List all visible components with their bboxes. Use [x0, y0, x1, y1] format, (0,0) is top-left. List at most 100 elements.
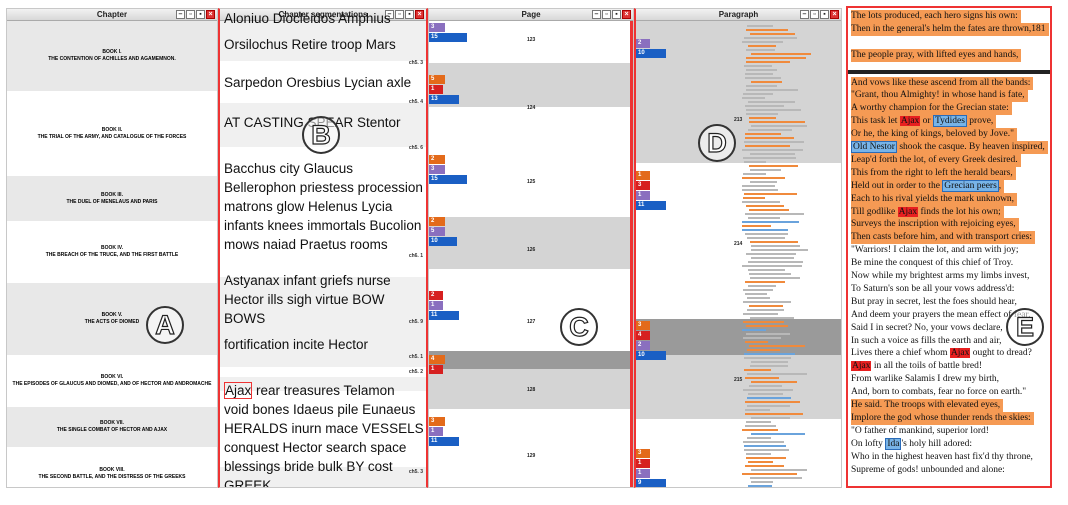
page-marker[interactable]: 10 — [429, 237, 457, 246]
segment-words[interactable]: Astyanax infant griefs nurse Hector ills … — [224, 271, 424, 328]
page-marker[interactable]: 11 — [429, 311, 459, 320]
text-line[interactable]: Implore the god whose thunder rends the … — [851, 411, 1034, 425]
text-line[interactable]: The people pray, with lifted eyes and ha… — [851, 48, 1022, 62]
entity-highlight[interactable]: Tydides — [932, 115, 967, 128]
page-marker[interactable]: 1 — [429, 427, 443, 436]
page-marker[interactable]: 15 — [429, 175, 467, 184]
text-line[interactable]: Now while my brightest arms my limbs inv… — [851, 270, 1029, 283]
text-line[interactable]: This from the right to left the herald b… — [851, 166, 1016, 180]
chapter-item[interactable]: BOOK VIII. THE SECOND BATTLE, AND THE DIS… — [7, 447, 217, 487]
text-line[interactable]: "Warriors! I claim the lot, and arm with… — [851, 244, 1018, 257]
text-line[interactable]: Or he, the king of kings, beloved by Jov… — [851, 128, 1017, 142]
paragraph-marker[interactable]: 1 — [636, 459, 650, 468]
entity-highlight[interactable]: Ajax — [897, 206, 919, 217]
restore-icon[interactable]: ▫ — [602, 10, 611, 19]
text-line[interactable]: Lives there a chief whom Ajax ought to d… — [851, 347, 1032, 360]
restore-icon[interactable]: ▫ — [810, 10, 819, 19]
paragraph-marker[interactable]: 3 — [636, 449, 650, 458]
chapter-item[interactable]: BOOK II. THE TRIAL OF THE ARMY, AND CATAL… — [7, 91, 217, 176]
paragraph-marker[interactable]: 10 — [636, 351, 666, 360]
paragraph-marker[interactable]: 3 — [636, 181, 650, 190]
entity-highlight[interactable]: Ida — [885, 437, 902, 450]
paragraph-marker[interactable]: 11 — [636, 201, 666, 210]
segment-words[interactable]: Aloniuo Diocleidos Amphius — [224, 9, 424, 28]
text-line[interactable]: Supreme of gods! unbounded and alone: — [851, 464, 1005, 477]
page-scrollbar[interactable] — [630, 21, 633, 487]
text-line[interactable]: On lofty Ida's holy hill adored: — [851, 437, 972, 451]
paragraph-marker[interactable]: 2 — [636, 341, 650, 350]
chapter-item[interactable]: BOOK I. THE CONTENTION OF ACHILLES AND AG… — [7, 21, 217, 91]
segment-words[interactable]: Orsilochus Retire troop Mars — [224, 35, 424, 54]
chapter-item[interactable]: BOOK V. THE ACTS OF DIOMED — [7, 283, 217, 355]
chapter-item[interactable]: BOOK III. THE DUEL OF MENELAUS AND PARIS — [7, 176, 217, 221]
text-line[interactable]: Leap'd forth the lot, of every Greek des… — [851, 153, 1021, 167]
close-icon[interactable]: × — [206, 10, 215, 19]
text-line[interactable]: "O father of mankind, superior lord! — [851, 425, 989, 438]
selected-word-ajax[interactable]: Ajax — [224, 382, 253, 399]
text-line[interactable]: This task let Ajax or Tydides prove, — [851, 115, 997, 129]
minimize-icon[interactable]: – — [800, 10, 809, 19]
text-line[interactable]: And deem your prayers the mean effect of… — [851, 309, 1030, 322]
paragraph-marker[interactable]: 1 — [636, 191, 650, 200]
page-marker[interactable]: 1 — [429, 365, 443, 374]
text-line[interactable]: Held out in order to the Grecian peers, — [851, 179, 1005, 193]
page-marker[interactable]: 5 — [429, 227, 445, 236]
segment-words[interactable]: fortification incite Hector — [224, 335, 424, 354]
entity-highlight[interactable]: Ajax — [899, 116, 921, 127]
close-icon[interactable]: × — [622, 10, 631, 19]
page-marker[interactable]: 2 — [429, 155, 445, 164]
text-line[interactable]: The lots produced, each hero signs his o… — [851, 10, 1021, 23]
close-icon[interactable]: × — [830, 10, 839, 19]
page-marker[interactable]: 3 — [429, 23, 445, 32]
entity-highlight[interactable]: Ajax — [851, 361, 872, 372]
chapter-item[interactable]: BOOK VII. THE SINGLE COMBAT OF HECTOR AND… — [7, 407, 217, 447]
page-marker[interactable]: 15 — [429, 33, 467, 42]
text-line[interactable]: Ajax in all the toils of battle bred! — [851, 360, 982, 373]
page-marker[interactable]: 3 — [429, 417, 445, 426]
page-marker[interactable]: 1 — [429, 301, 443, 310]
minimize-icon[interactable]: – — [592, 10, 601, 19]
segment-words[interactable]: Ajax rear treasures Telamon void bones Id… — [224, 381, 424, 487]
chapter-item[interactable]: BOOK VI. THE EPISODES OF GLAUCUS AND DIOM… — [7, 355, 217, 407]
text-line[interactable]: Said I in secret? No, your vows declare, — [851, 322, 1003, 335]
entity-highlight[interactable]: Grecian peers — [942, 179, 999, 192]
text-line[interactable]: He said. The troops with elevated eyes, — [851, 399, 1004, 412]
text-line[interactable]: Be mine the conquest of this chief of Tr… — [851, 257, 1013, 270]
text-line[interactable]: Till godlike Ajax finds the lot his own; — [851, 205, 1004, 219]
paragraph-marker[interactable]: 10 — [636, 49, 666, 58]
text-line[interactable]: From warlike Salamis I drew my birth, — [851, 373, 999, 386]
chapter-item[interactable]: BOOK IV. THE BREACH OF THE TRUCE, AND THE… — [7, 221, 217, 283]
text-line[interactable]: But pray in secret, lest the foes should… — [851, 296, 1017, 309]
paragraph-marker[interactable]: 2 — [636, 39, 650, 48]
text-line[interactable]: "Grant, thou Almighty! in whose hand is … — [851, 89, 1028, 103]
text-line[interactable]: In such a voice as fills the earth and a… — [851, 335, 1002, 348]
segment-words[interactable]: Bacchus city Glaucus Bellerophon priestes… — [224, 159, 424, 254]
text-line[interactable]: Surveys the inscription with rejoicing e… — [851, 218, 1019, 232]
text-line[interactable]: And vows like these ascend from all the … — [851, 76, 1034, 90]
segment-words[interactable]: Sarpedon Oresbius Lycian axle — [224, 73, 424, 92]
paragraph-marker[interactable]: 3 — [636, 321, 650, 330]
page-marker[interactable]: 2 — [429, 291, 443, 300]
copy-icon[interactable]: ▪ — [612, 10, 621, 19]
text-line[interactable]: And, born to combats, fear no force on e… — [851, 386, 1026, 399]
text-line[interactable]: To Saturn's son be all your vows address… — [851, 283, 1014, 296]
restore-icon[interactable]: ▫ — [186, 10, 195, 19]
page-marker[interactable]: 3 — [429, 165, 445, 174]
paragraph-marker[interactable]: 1 — [636, 171, 650, 180]
minimize-icon[interactable]: – — [176, 10, 185, 19]
page-marker[interactable]: 4 — [429, 355, 445, 364]
text-line[interactable]: Who in the highest heaven hast fix'd thy… — [851, 451, 1033, 464]
entity-highlight[interactable]: Ajax — [949, 348, 971, 359]
text-line[interactable]: Old Nestor shook the casque. By heaven i… — [851, 141, 1048, 154]
paragraph-marker[interactable]: 1 — [636, 469, 650, 478]
page-marker[interactable]: 5 — [429, 75, 445, 84]
copy-icon[interactable]: ▪ — [820, 10, 829, 19]
page-marker[interactable]: 13 — [429, 95, 459, 104]
paragraph-marker[interactable]: 4 — [636, 331, 650, 340]
paragraph-marker[interactable]: 9 — [636, 479, 666, 487]
text-line[interactable]: Each to his rival yields the mark unknow… — [851, 192, 1018, 206]
entity-highlight[interactable]: Old Nestor — [851, 141, 897, 153]
page-marker[interactable]: 2 — [429, 217, 445, 226]
page-marker[interactable]: 1 — [429, 85, 443, 94]
page-marker[interactable]: 11 — [429, 437, 459, 446]
